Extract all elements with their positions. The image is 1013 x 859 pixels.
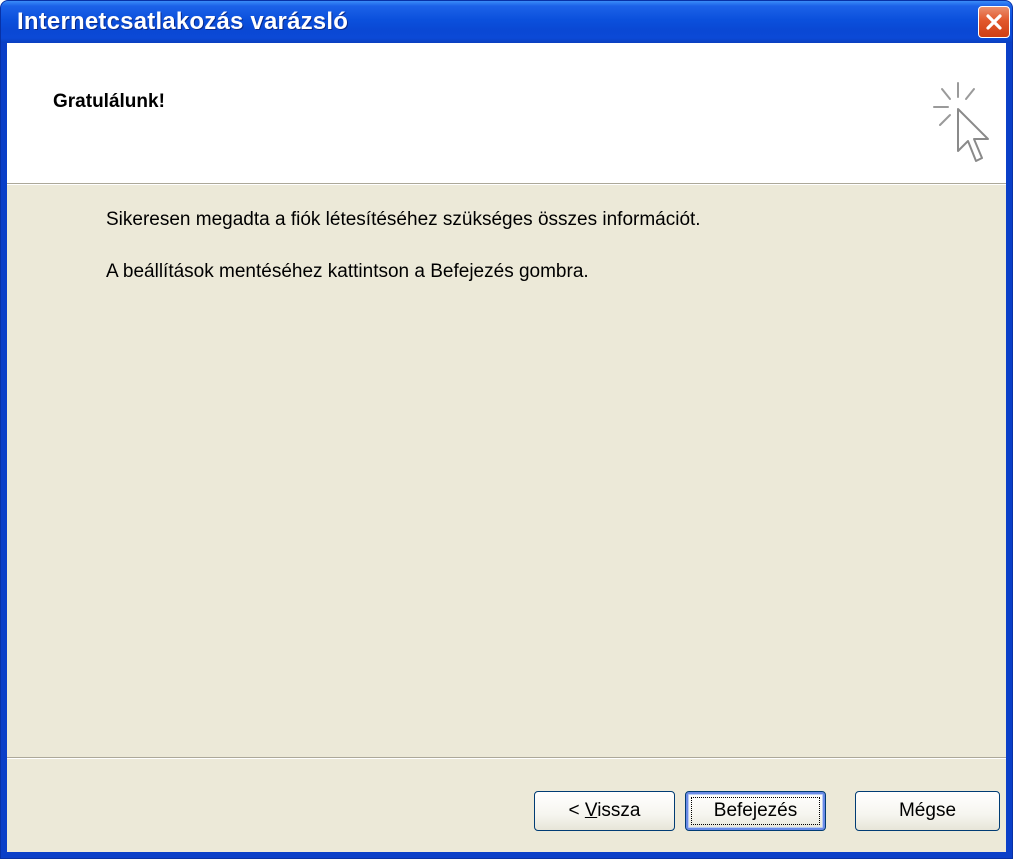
dialog-client-area: Gratulálunk! Sikeresen megadta a fiók lé… bbox=[7, 43, 1006, 852]
finish-button-label: Befejezés bbox=[713, 800, 798, 821]
back-button[interactable]: < Vissza bbox=[534, 791, 675, 831]
title-bar[interactable]: Internetcsatlakozás varázsló bbox=[1, 1, 1012, 43]
cancel-button-label: Mégse bbox=[898, 800, 957, 821]
page-title: Gratulálunk! bbox=[53, 91, 165, 112]
close-icon bbox=[986, 14, 1002, 30]
back-button-label: < Vissza bbox=[568, 800, 641, 821]
header-panel: Gratulálunk! bbox=[7, 43, 1006, 183]
cursor-sparkle-icon bbox=[933, 82, 989, 162]
wizard-window: Internetcsatlakozás varázsló Gratulálunk… bbox=[0, 0, 1013, 859]
info-text-line-1: Sikeresen megadta a fiók létesítéséhez s… bbox=[106, 209, 701, 230]
footer-separator bbox=[7, 757, 1006, 759]
finish-button[interactable]: Befejezés bbox=[685, 791, 826, 831]
info-text-line-2: A beállítások mentéséhez kattintson a Be… bbox=[106, 261, 589, 282]
cancel-button[interactable]: Mégse bbox=[855, 791, 1000, 831]
window-title: Internetcsatlakozás varázsló bbox=[17, 8, 349, 35]
close-button[interactable] bbox=[978, 6, 1010, 38]
header-separator bbox=[7, 183, 1006, 185]
